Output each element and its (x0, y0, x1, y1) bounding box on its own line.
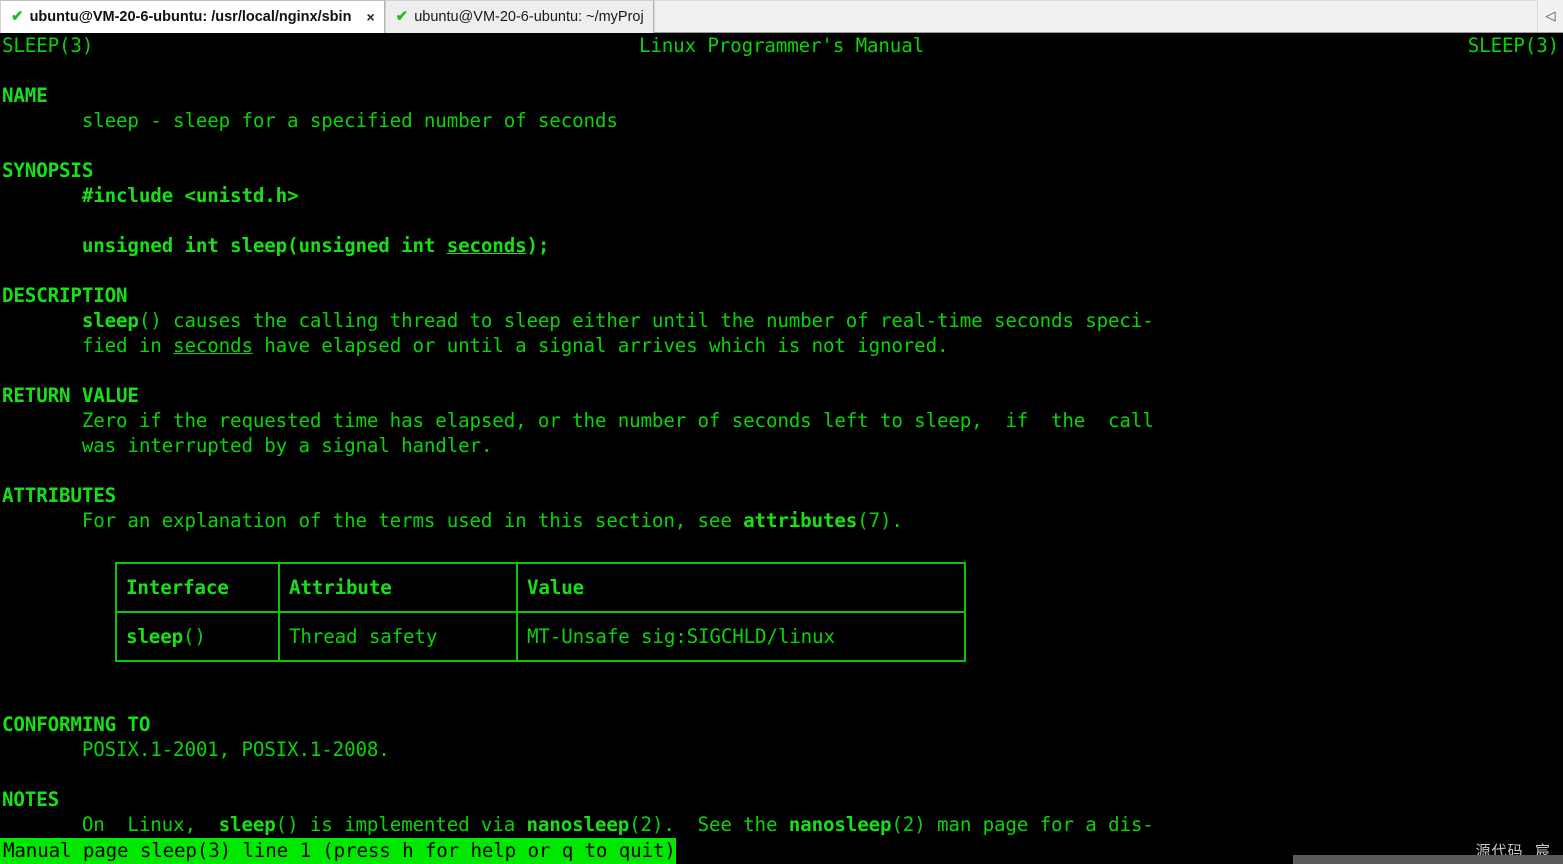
conforming-to-text: POSIX.1-2001, POSIX.1-2008. (81, 738, 390, 761)
synopsis-include: #include <unistd.h> (0, 183, 1563, 208)
attributes-table-wrapper: Interface Attribute Value sleep() Thread… (0, 562, 1563, 662)
section-title: ATTRIBUTES (2, 484, 117, 507)
section-heading-description: DESCRIPTION (0, 283, 1563, 308)
section-title: SYNOPSIS (2, 159, 94, 182)
section-title: RETURN VALUE (2, 384, 139, 407)
section-heading-notes: NOTES (0, 787, 1563, 812)
scrollbar-stub[interactable] (1293, 855, 1563, 864)
table-header-text: Attribute (289, 576, 392, 599)
terminal-tab-bar: ✔ ubuntu@VM-20-6-ubuntu: /usr/local/ngin… (0, 0, 1563, 33)
description-arg-seconds: seconds (173, 334, 253, 357)
return-value-line-1: Zero if the requested time has elapsed, … (0, 408, 1563, 433)
table-header-value: Value (516, 562, 966, 613)
notes-text-a: On Linux, (81, 813, 219, 836)
check-icon: ✔ (395, 7, 409, 25)
return-value-text: Zero if the requested time has elapsed, … (81, 409, 1154, 432)
description-line-1-rest: () causes the calling thread to sleep ei… (138, 309, 1154, 332)
notes-fn-sleep: sleep (218, 813, 276, 836)
man-header-center: Linux Programmer's Manual (638, 34, 925, 57)
attributes-intro-head: For an explanation of the terms used in … (81, 509, 744, 532)
check-icon: ✔ (11, 7, 24, 25)
conforming-to-body: POSIX.1-2001, POSIX.1-2008. (0, 737, 1563, 762)
description-fn-sleep: sleep (81, 309, 139, 332)
table-row: sleep() Thread safety MT-Unsafe sig:SIGC… (115, 611, 966, 662)
attributes-intro: For an explanation of the terms used in … (0, 508, 1563, 533)
notes-line-1: On Linux, sleep() is implemented via nan… (0, 812, 1563, 837)
man-header-line: SLEEP(3) Linux Programmer's Manual SLEEP(3… (0, 33, 1563, 58)
return-value-text: was interrupted by a signal handler. (81, 434, 493, 457)
close-icon[interactable]: × (366, 10, 374, 24)
notes-text-d: (2) man page for a dis- (891, 813, 1154, 836)
table-cell-interface: sleep() (115, 611, 280, 662)
section-title: DESCRIPTION (2, 284, 128, 307)
synopsis-include-text: #include <unistd.h> (81, 184, 299, 207)
tab-label: ubuntu@VM-20-6-ubuntu: /usr/local/nginx/… (29, 9, 352, 25)
table-header-interface: Interface (115, 562, 280, 613)
tab-myproj[interactable]: ✔ ubuntu@VM-20-6-ubuntu: ~/myProj (384, 0, 654, 33)
attributes-table: Interface Attribute Value sleep() Thread… (115, 562, 966, 662)
return-value-line-2: was interrupted by a signal handler. (0, 433, 1563, 458)
table-cell-fn-bold: sleep (126, 625, 184, 648)
section-heading-synopsis: SYNOPSIS (0, 158, 1563, 183)
name-body-text: sleep - sleep for a specified number of … (81, 109, 618, 132)
tab-bar-empty-area (653, 0, 1537, 32)
tab-label: ubuntu@VM-20-6-ubuntu: ~/myProj (414, 9, 644, 25)
section-title: CONFORMING TO (2, 713, 151, 736)
tab-nginx-sbin[interactable]: ✔ ubuntu@VM-20-6-ubuntu: /usr/local/ngin… (0, 0, 385, 33)
notes-fn-nanosleep: nanosleep (526, 813, 630, 836)
table-cell-value: MT-Unsafe sig:SIGCHLD/linux (516, 611, 966, 662)
description-line-2-head: fied in (81, 334, 174, 357)
table-header-text: Interface (126, 576, 229, 599)
chevron-left-icon[interactable]: ◁ (1537, 0, 1563, 32)
section-title: NOTES (2, 788, 60, 811)
attributes-ref: attributes (743, 509, 858, 532)
attributes-intro-tail: (7). (857, 509, 903, 532)
name-body: sleep - sleep for a specified number of … (0, 108, 1563, 133)
table-header-text: Value (527, 576, 585, 599)
man-header-right: SLEEP(3) (1467, 34, 1559, 57)
synopsis-prototype-tail: ); (526, 234, 550, 257)
description-line-1: sleep() causes the calling thread to sle… (0, 308, 1563, 333)
notes-fn-nanosleep: nanosleep (788, 813, 892, 836)
synopsis-prototype-arg: seconds (446, 234, 527, 257)
description-line-2-tail: have elapsed or until a signal arrives w… (252, 334, 949, 357)
table-cell-fn-parens: () (183, 625, 206, 648)
section-heading-conforming-to: CONFORMING TO (0, 712, 1563, 737)
notes-text-b: () is implemented via (275, 813, 527, 836)
table-header-row: Interface Attribute Value (115, 562, 966, 613)
terminal-man-page-view[interactable]: SLEEP(3) Linux Programmer's Manual SLEEP(3… (0, 33, 1563, 864)
table-header-attribute: Attribute (278, 562, 518, 613)
section-title: NAME (2, 84, 48, 107)
pager-status-bar: Manual page sleep(3) line 1 (press h for… (0, 838, 676, 864)
synopsis-prototype: unsigned int sleep(unsigned int seconds)… (0, 233, 1563, 258)
table-cell-attribute: Thread safety (278, 611, 518, 662)
notes-text-c: (2). See the (629, 813, 789, 836)
description-line-2: fied in seconds have elapsed or until a … (0, 333, 1563, 358)
section-heading-return-value: RETURN VALUE (0, 383, 1563, 408)
section-heading-name: NAME (0, 83, 1563, 108)
synopsis-prototype-head: unsigned int sleep(unsigned int (81, 234, 447, 257)
section-heading-attributes: ATTRIBUTES (0, 483, 1563, 508)
